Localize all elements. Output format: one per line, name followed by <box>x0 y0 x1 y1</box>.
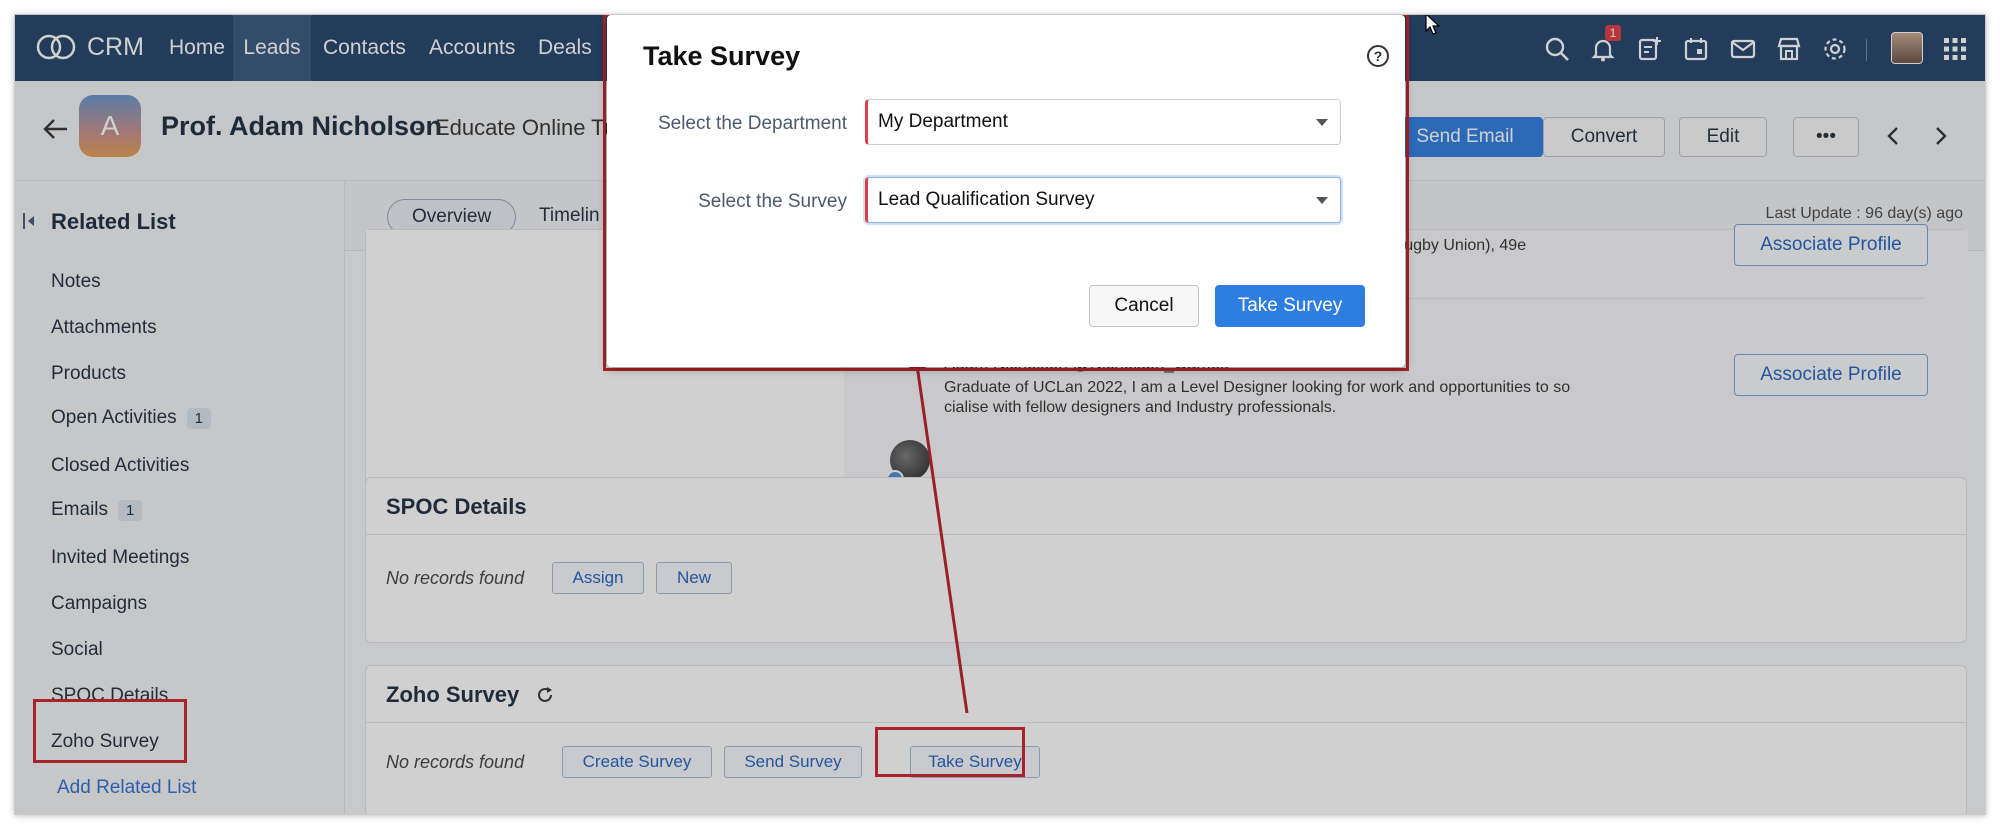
cancel-button[interactable]: Cancel <box>1089 285 1199 327</box>
mouse-cursor-icon <box>1425 15 1441 35</box>
department-value: My Department <box>878 111 1008 132</box>
dialog-title: Take Survey <box>643 41 801 71</box>
survey-label: Select the Survey <box>698 191 847 212</box>
survey-select[interactable]: Lead Qualification Survey <box>865 177 1341 223</box>
department-select[interactable]: My Department <box>865 99 1341 145</box>
take-survey-dialog: Take Survey ? Select the Department My D… <box>607 15 1405 367</box>
take-survey-submit-button[interactable]: Take Survey <box>1215 285 1365 327</box>
department-label: Select the Department <box>657 113 847 134</box>
chevron-down-icon <box>1316 197 1328 204</box>
chevron-down-icon <box>1316 119 1328 126</box>
app-window: CRM Home Leads Contacts Accounts Deals 1… <box>14 14 1986 815</box>
help-icon[interactable]: ? <box>1367 45 1389 67</box>
survey-value: Lead Qualification Survey <box>878 189 1095 210</box>
